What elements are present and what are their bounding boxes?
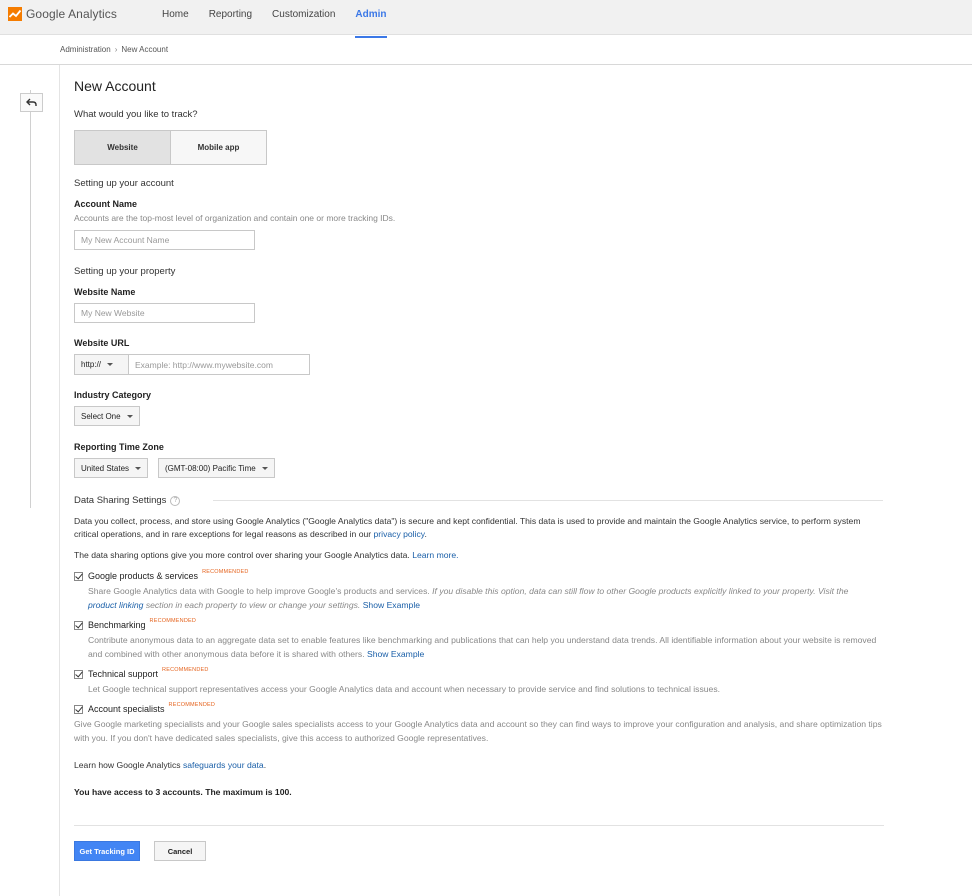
technical-support-option: Technical support RECOMMENDED xyxy=(74,667,209,679)
google-products-checkbox[interactable] xyxy=(74,571,83,581)
breadcrumb-separator: › xyxy=(114,45,118,54)
account-name-input[interactable] xyxy=(74,230,255,250)
get-tracking-id-button[interactable]: Get Tracking ID xyxy=(74,841,140,861)
google-products-desc: Share Google Analytics data with Google … xyxy=(88,586,430,596)
website-url-label: Website URL xyxy=(74,338,130,348)
breadcrumb-current: New Account xyxy=(121,45,169,54)
breadcrumb-administration[interactable]: Administration xyxy=(60,45,111,54)
track-mobile-app-option[interactable]: Mobile app xyxy=(171,131,266,164)
benchmarking-description: Contribute anonymous data to an aggregat… xyxy=(88,633,878,661)
recommended-badge: RECOMMENDED xyxy=(162,667,209,673)
chevron-down-icon xyxy=(126,414,133,418)
website-name-label: Website Name xyxy=(74,287,136,297)
product-linking-link[interactable]: product linking xyxy=(88,600,143,610)
nav-customization[interactable]: Customization xyxy=(272,0,335,35)
section-divider xyxy=(213,500,883,501)
cancel-button[interactable]: Cancel xyxy=(154,841,206,861)
help-icon[interactable]: ? xyxy=(170,495,181,506)
intro-end: . xyxy=(424,529,427,539)
google-products-description: Share Google Analytics data with Google … xyxy=(88,584,878,612)
rail-line xyxy=(30,90,31,508)
industry-category-value: Select One xyxy=(81,411,121,421)
content-divider xyxy=(59,65,60,896)
account-specialists-label: Account specialists xyxy=(88,704,165,714)
safeguards-end: . xyxy=(263,760,267,770)
footer-divider xyxy=(74,825,884,826)
recommended-badge: RECOMMENDED xyxy=(202,569,249,575)
google-products-option: Google products & services RECOMMENDED xyxy=(74,569,249,581)
show-example-link[interactable]: Show Example xyxy=(367,649,424,659)
safeguards-text: Learn how Google Analytics safeguards yo… xyxy=(74,759,266,772)
track-website-option[interactable]: Website xyxy=(75,131,171,164)
reporting-time-zone-label: Reporting Time Zone xyxy=(74,442,164,452)
safeguards-prefix: Learn how Google Analytics xyxy=(74,760,181,770)
app-name: Google Analytics xyxy=(26,7,117,21)
privacy-policy-link[interactable]: privacy policy xyxy=(374,529,425,539)
data-sharing-title: Data Sharing Settings xyxy=(74,495,167,506)
app-logo[interactable]: Google Analytics xyxy=(8,6,117,22)
recommended-badge: RECOMMENDED xyxy=(149,618,197,624)
intro-text: Data you collect, process, and store usi… xyxy=(74,516,861,539)
account-section-heading: Setting up your account xyxy=(74,178,174,189)
google-products-desc-italic: If you disable this option, data can sti… xyxy=(432,586,849,596)
account-specialists-checkbox[interactable] xyxy=(74,704,83,714)
top-bar: Google Analytics Home Reporting Customiz… xyxy=(0,0,972,38)
track-question: What would you like to track? xyxy=(74,109,198,120)
data-sharing-intro: Data you collect, process, and store usi… xyxy=(74,515,884,541)
back-arrow-icon xyxy=(26,98,37,106)
breadcrumb: Administration › New Account xyxy=(60,45,168,54)
website-url-input[interactable] xyxy=(128,354,310,375)
benchmarking-desc: Contribute anonymous data to an aggregat… xyxy=(88,635,877,659)
account-name-label: Account Name xyxy=(74,199,138,209)
time-zone-dropdown[interactable]: (GMT-08:00) Pacific Time xyxy=(158,458,275,478)
data-sharing-options-text: The data sharing options give you more c… xyxy=(74,549,459,562)
google-analytics-logo-icon xyxy=(8,7,22,21)
benchmarking-option: Benchmarking RECOMMENDED xyxy=(74,618,197,630)
benchmarking-label: Benchmarking xyxy=(88,620,146,630)
options-text: The data sharing options give you more c… xyxy=(74,550,410,560)
nav-reporting[interactable]: Reporting xyxy=(209,0,252,35)
account-specialists-option: Account specialists RECOMMENDED xyxy=(74,702,216,714)
property-section-heading: Setting up your property xyxy=(74,266,176,277)
country-dropdown[interactable]: United States xyxy=(74,458,149,478)
technical-support-description: Let Google technical support representat… xyxy=(88,684,721,694)
account-name-help: Accounts are the top-most level of organ… xyxy=(74,213,396,223)
page-title: New Account xyxy=(74,78,156,94)
website-name-input[interactable] xyxy=(74,303,255,323)
data-sharing-heading: Data Sharing Settings ? xyxy=(74,495,181,506)
recommended-badge: RECOMMENDED xyxy=(168,702,216,708)
nav-admin[interactable]: Admin xyxy=(355,0,387,38)
nav-home[interactable]: Home xyxy=(162,0,189,35)
industry-category-label: Industry Category xyxy=(74,390,152,400)
technical-support-checkbox[interactable] xyxy=(74,669,83,679)
track-type-toggle: Website Mobile app xyxy=(74,130,267,165)
technical-support-label: Technical support xyxy=(88,669,159,679)
google-products-label: Google products & services xyxy=(88,571,199,581)
chevron-down-icon xyxy=(261,466,268,470)
breadcrumb-bar: Administration › New Account xyxy=(0,36,972,65)
protocol-value: http:// xyxy=(81,360,102,369)
learn-more-link[interactable]: Learn more. xyxy=(412,550,458,560)
account-access-note: You have access to 3 accounts. The maxim… xyxy=(74,787,292,797)
time-zone-value: (GMT-08:00) Pacific Time xyxy=(165,463,256,473)
protocol-dropdown[interactable]: http:// xyxy=(74,354,129,375)
back-button[interactable] xyxy=(20,93,43,112)
benchmarking-checkbox[interactable] xyxy=(74,620,83,630)
google-products-desc-italic-2: section in each property to view or chan… xyxy=(145,600,361,610)
country-value: United States xyxy=(81,463,130,473)
show-example-link[interactable]: Show Example xyxy=(363,600,420,610)
chevron-down-icon xyxy=(107,363,114,366)
main-nav: Home Reporting Customization Admin xyxy=(162,0,407,38)
safeguards-link[interactable]: safeguards your data xyxy=(183,760,264,770)
chevron-down-icon xyxy=(135,466,142,470)
industry-category-dropdown[interactable]: Select One xyxy=(74,406,140,426)
account-specialists-description: Give Google marketing specialists and yo… xyxy=(74,719,882,743)
